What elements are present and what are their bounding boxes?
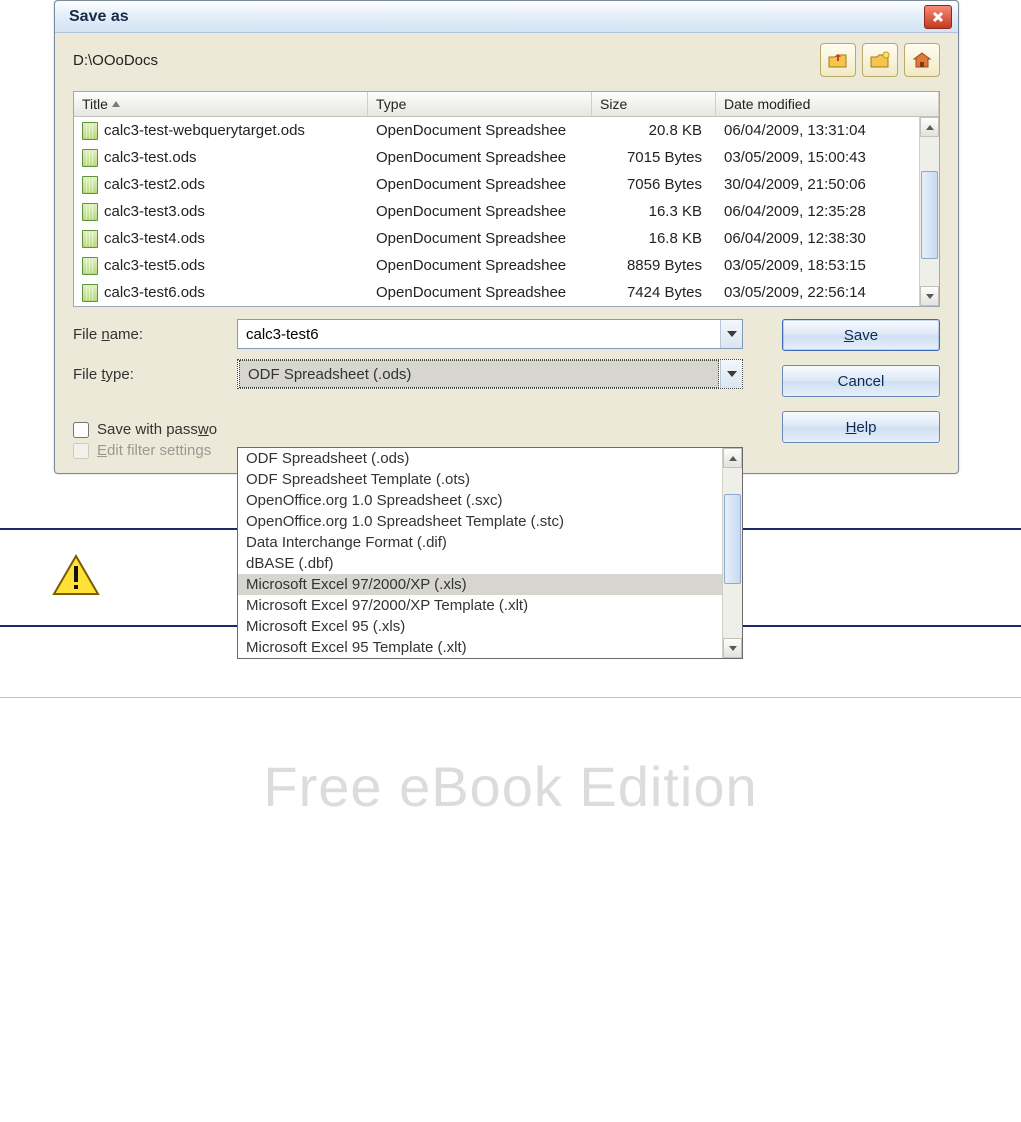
table-row[interactable]: calc3-test.odsOpenDocument Spreadshee701… [74, 144, 939, 171]
spreadsheet-file-icon [82, 122, 98, 140]
filetype-option[interactable]: ODF Spreadsheet (.ods) [238, 448, 742, 469]
filetype-option[interactable]: Data Interchange Format (.dif) [238, 532, 742, 553]
spreadsheet-file-icon [82, 203, 98, 221]
filename-combo[interactable] [237, 319, 743, 349]
titlebar[interactable]: Save as [55, 1, 958, 33]
table-row[interactable]: calc3-test6.odsOpenDocument Spreadshee74… [74, 279, 939, 306]
cancel-button[interactable]: Cancel [782, 365, 940, 397]
filetype-combo[interactable]: ODF Spreadsheet (.ods) [237, 359, 743, 389]
sort-asc-icon [112, 101, 120, 107]
table-row[interactable]: calc3-test-webquerytarget.odsOpenDocumen… [74, 117, 939, 144]
file-list-scrollbar[interactable] [919, 117, 939, 306]
spreadsheet-file-icon [82, 257, 98, 275]
chevron-down-icon[interactable] [720, 320, 742, 348]
filetype-label: File type: [73, 366, 237, 383]
column-type[interactable]: Type [368, 92, 592, 116]
filetype-option[interactable]: Microsoft Excel 97/2000/XP Template (.xl… [238, 595, 742, 616]
scroll-down-icon[interactable] [920, 286, 939, 306]
spreadsheet-file-icon [82, 149, 98, 167]
spreadsheet-file-icon [82, 284, 98, 302]
table-row[interactable]: calc3-test2.odsOpenDocument Spreadshee70… [74, 171, 939, 198]
spreadsheet-file-icon [82, 176, 98, 194]
scroll-down-icon[interactable] [723, 638, 742, 658]
filetype-dropdown[interactable]: ODF Spreadsheet (.ods)ODF Spreadsheet Te… [237, 447, 743, 659]
filetype-option[interactable]: ODF Spreadsheet Template (.ots) [238, 469, 742, 490]
column-size[interactable]: Size [592, 92, 716, 116]
current-path: D:\OOoDocs [73, 52, 814, 69]
close-icon[interactable] [924, 5, 952, 29]
filetype-option[interactable]: OpenOffice.org 1.0 Spreadsheet (.sxc) [238, 490, 742, 511]
new-folder-icon[interactable] [862, 43, 898, 77]
help-button[interactable]: Help [782, 411, 940, 443]
table-row[interactable]: calc3-test4.odsOpenDocument Spreadshee16… [74, 225, 939, 252]
save-button[interactable]: Save [782, 319, 940, 351]
filename-label: File name: [73, 326, 237, 343]
spreadsheet-file-icon [82, 230, 98, 248]
table-row[interactable]: calc3-test5.odsOpenDocument Spreadshee88… [74, 252, 939, 279]
column-date[interactable]: Date modified [716, 92, 939, 116]
filetype-selected: ODF Spreadsheet (.ods) [239, 360, 719, 388]
file-list[interactable]: Title Type Size Date modified calc3-test… [73, 91, 940, 307]
dropdown-scrollbar[interactable] [722, 448, 742, 658]
window-title: Save as [69, 8, 924, 26]
up-folder-icon[interactable] [820, 43, 856, 77]
filetype-option[interactable]: dBASE (.dbf) [238, 553, 742, 574]
save-with-password-checkbox[interactable]: Save with passwo [73, 421, 760, 438]
filetype-option[interactable]: Microsoft Excel 95 Template (.xlt) [238, 637, 742, 658]
warning-icon [52, 554, 100, 601]
home-icon[interactable] [904, 43, 940, 77]
watermark: Free eBook Edition [0, 754, 1021, 819]
table-row[interactable]: calc3-test3.odsOpenDocument Spreadshee16… [74, 198, 939, 225]
filetype-option[interactable]: Microsoft Excel 95 (.xls) [238, 616, 742, 637]
filetype-option[interactable]: Microsoft Excel 97/2000/XP (.xls) [238, 574, 742, 595]
save-as-dialog: Save as D:\OOoDocs [54, 0, 959, 474]
scroll-up-icon[interactable] [723, 448, 742, 468]
scroll-up-icon[interactable] [920, 117, 939, 137]
chevron-down-icon[interactable] [720, 360, 742, 388]
filename-input[interactable] [238, 326, 720, 343]
column-title[interactable]: Title [74, 92, 368, 116]
filetype-option[interactable]: OpenOffice.org 1.0 Spreadsheet Template … [238, 511, 742, 532]
